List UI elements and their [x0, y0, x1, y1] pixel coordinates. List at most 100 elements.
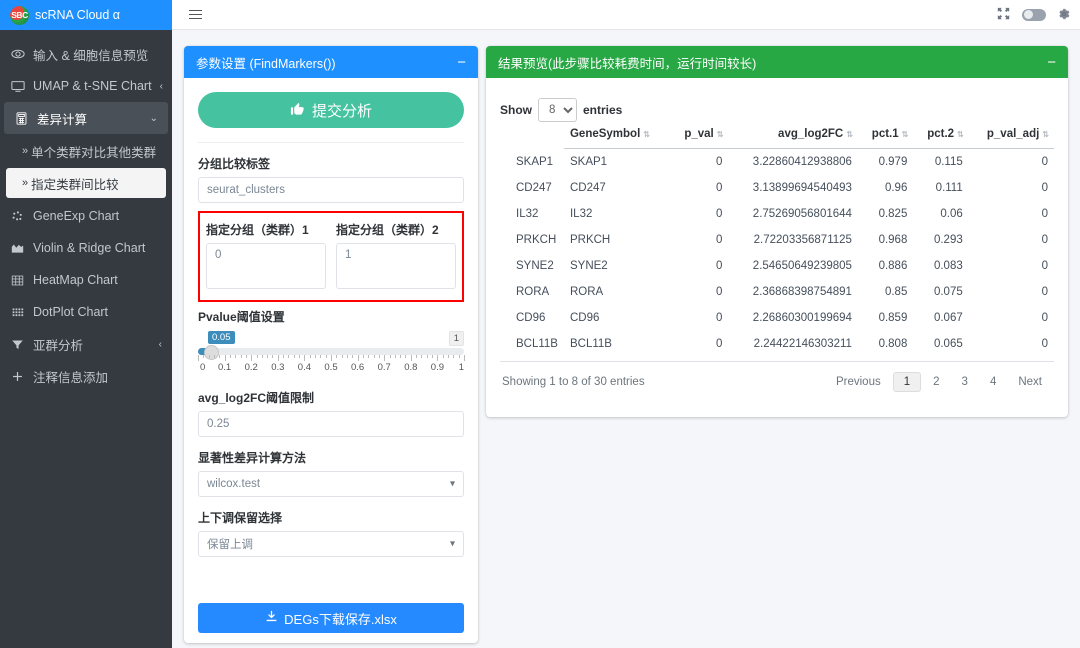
slider-tick-labels: 0 0.1 0.2 0.3 0.4 0.5 0.6 0.7 0.8 0.9 1: [198, 362, 464, 376]
table-header-row: GeneSymbol ⇅ p_val ⇅ avg_log2FC ⇅ pct.1 ⇅ pct.2 ⇅…: [500, 122, 1054, 149]
results-panel: 结果预览(此步骤比较耗费时间，运行时间较长) − Show 8 entries …: [486, 46, 1068, 417]
sidebar-item-violin-ridge-chart[interactable]: Violin & Ridge Chart: [0, 232, 172, 264]
pagination-next[interactable]: Next: [1008, 373, 1052, 391]
cluster-selection-highlight-box: 指定分组（类群）1 0 指定分组（类群）2 1: [198, 211, 464, 302]
table-cell-rowname: BCL11B: [516, 338, 558, 350]
pvalue-max-value: 1: [448, 331, 464, 346]
pagination-page-3[interactable]: 3: [952, 373, 978, 391]
slider-tick: [267, 355, 269, 358]
slider-tick: [378, 355, 380, 358]
collapse-icon[interactable]: −: [457, 55, 466, 70]
sidebar-subitem-label: 单个类群对比其他类群: [31, 145, 157, 160]
top-bar-right: [172, 0, 1080, 30]
regulation-select[interactable]: [198, 531, 464, 557]
sidebar-item-input-cell-preview[interactable]: 输入 & 细胞信息预览: [0, 38, 172, 70]
table-cell-avg-log2fc: 2.54650649239805: [752, 260, 852, 272]
slider-tick: [362, 355, 364, 358]
table-cell-p-val: 0: [716, 182, 723, 194]
table-col-pct.2[interactable]: pct.2 ⇅: [913, 122, 969, 149]
collapse-icon[interactable]: −: [1047, 55, 1056, 70]
slider-tick: [453, 355, 455, 358]
group-label-title: 分组比较标签: [198, 157, 271, 171]
download-degs-label: DEGs下载保存.xlsx: [284, 611, 397, 627]
parameters-panel-header: 参数设置 (FindMarkers()) −: [184, 46, 478, 78]
table-cell-pct1: 0.886: [878, 260, 908, 272]
slider-tick: [198, 355, 199, 361]
divider: [198, 142, 464, 143]
sort-icon[interactable]: ⇅: [902, 130, 909, 139]
pagination-page-1[interactable]: 1: [892, 372, 922, 392]
sidebar-item-diff-calculation[interactable]: 差异计算 ⌄: [4, 102, 168, 134]
sidebar-item-dotplot-chart[interactable]: DotPlot Chart: [0, 296, 172, 328]
hamburger-icon[interactable]: [186, 7, 205, 23]
slider-tick-label: 0.1: [217, 362, 232, 373]
slider-tick: [235, 355, 237, 358]
gear-icon[interactable]: [1058, 8, 1070, 22]
table-cell-pct1: 0.825: [878, 208, 908, 220]
table-row: BCL11B BCL11B 0 2.24422146303211 0.808 0.065 0: [500, 331, 1054, 357]
sort-icon[interactable]: ⇅: [846, 130, 853, 139]
sort-icon[interactable]: ⇅: [1042, 130, 1049, 139]
expand-arrows-icon[interactable]: [997, 7, 1010, 22]
pagination: Previous 1 2 3 4 Next: [826, 372, 1052, 392]
sidebar-subitem-one-vs-rest[interactable]: » 单个类群对比其他类群: [6, 136, 166, 166]
method-select[interactable]: [198, 471, 464, 497]
table-col-p_val_adj[interactable]: p_val_adj ⇅: [968, 122, 1054, 149]
entries-select[interactable]: 8: [538, 98, 577, 122]
table-col-pct.1[interactable]: pct.1 ⇅: [857, 122, 914, 149]
scatter-icon: [10, 210, 25, 223]
download-icon: [265, 610, 278, 626]
sidebar-item-heatmap-chart[interactable]: HeatMap Chart: [0, 264, 172, 296]
sidebar-item-label: 亚群分析: [33, 338, 84, 353]
table-row: RORA RORA 0 2.36868398754891 0.85 0.075 0: [500, 279, 1054, 305]
table-col-p_val[interactable]: p_val ⇅: [670, 122, 729, 149]
table-cell-pct2: 0.293: [933, 234, 963, 246]
main-content: 参数设置 (FindMarkers()) − 提交分析 分组比较标签 指定分组（…: [172, 30, 1080, 648]
sidebar-subitem-between-clusters[interactable]: » 指定类群间比较: [6, 168, 166, 198]
slider-tick: [336, 355, 338, 358]
sidebar-item-umap-tsne-chart[interactable]: UMAP & t-SNE Chart ‹: [0, 70, 172, 102]
table-cell-p-val-adj: 0: [1041, 260, 1048, 272]
slider-tick: [288, 355, 290, 358]
sort-icon[interactable]: ⇅: [957, 130, 964, 139]
table-cell-pct1: 0.808: [878, 338, 908, 350]
table-col-label: avg_log2FC: [778, 128, 844, 140]
submit-analysis-button[interactable]: 提交分析: [198, 92, 464, 128]
sidebar-item-geneexp-chart[interactable]: GeneExp Chart: [0, 200, 172, 232]
pagination-previous[interactable]: Previous: [826, 373, 891, 391]
parameters-panel: 参数设置 (FindMarkers()) − 提交分析 分组比较标签 指定分组（…: [184, 46, 478, 643]
log2fc-input[interactable]: [198, 411, 464, 437]
sort-icon[interactable]: ⇅: [643, 130, 650, 139]
slider-tick-label: 0.3: [271, 362, 285, 373]
theme-toggle-switch[interactable]: [1022, 8, 1046, 21]
table-cell-avg-log2fc: 3.13899694540493: [752, 182, 852, 194]
slider-tick: [208, 355, 210, 358]
download-degs-button[interactable]: DEGs下载保存.xlsx: [198, 603, 464, 633]
table-cell-pct1: 0.85: [884, 286, 908, 298]
sidebar-item-subcluster-analysis[interactable]: 亚群分析 ‹: [0, 328, 172, 360]
parameters-panel-title: 参数设置 (FindMarkers()): [196, 56, 336, 71]
table-col-label: p_val: [684, 128, 714, 140]
pvalue-current-value: 0.05: [208, 331, 235, 344]
slider-track[interactable]: [198, 348, 464, 355]
slider-tick: [426, 355, 428, 358]
brand-area[interactable]: SBC scRNA Cloud α: [0, 0, 172, 30]
sidebar-item-annotation-add[interactable]: 注释信息添加: [0, 360, 172, 392]
table-col-GeneSymbol[interactable]: GeneSymbol ⇅: [563, 122, 671, 149]
group-label-input[interactable]: [198, 177, 464, 203]
slider-tick: [315, 355, 317, 358]
pagination-page-2[interactable]: 2: [923, 373, 949, 391]
cluster2-textarea[interactable]: 1: [336, 243, 456, 289]
slider-tick: [458, 355, 460, 358]
cluster2-title: 指定分组（类群）2: [336, 223, 439, 237]
sort-icon[interactable]: ⇅: [717, 130, 724, 139]
cluster1-title: 指定分组（类群）1: [206, 223, 309, 237]
pagination-page-4[interactable]: 4: [980, 373, 1006, 391]
chevron-left-icon: ‹: [158, 338, 162, 350]
download-area: DEGs下载保存.xlsx: [198, 603, 464, 633]
plus-icon: [10, 370, 25, 383]
table-col-avg_log2FC[interactable]: avg_log2FC ⇅: [728, 122, 858, 149]
pvalue-slider[interactable]: 0.05 1 0 0.1 0.2 0.3 0.4 0.5 0.6 0.7 0.8 0.9 1: [198, 331, 465, 377]
table-row: IL32 IL32 0 2.75269056801644 0.825 0.06 0: [500, 201, 1054, 227]
cluster1-textarea[interactable]: 0: [206, 243, 326, 289]
